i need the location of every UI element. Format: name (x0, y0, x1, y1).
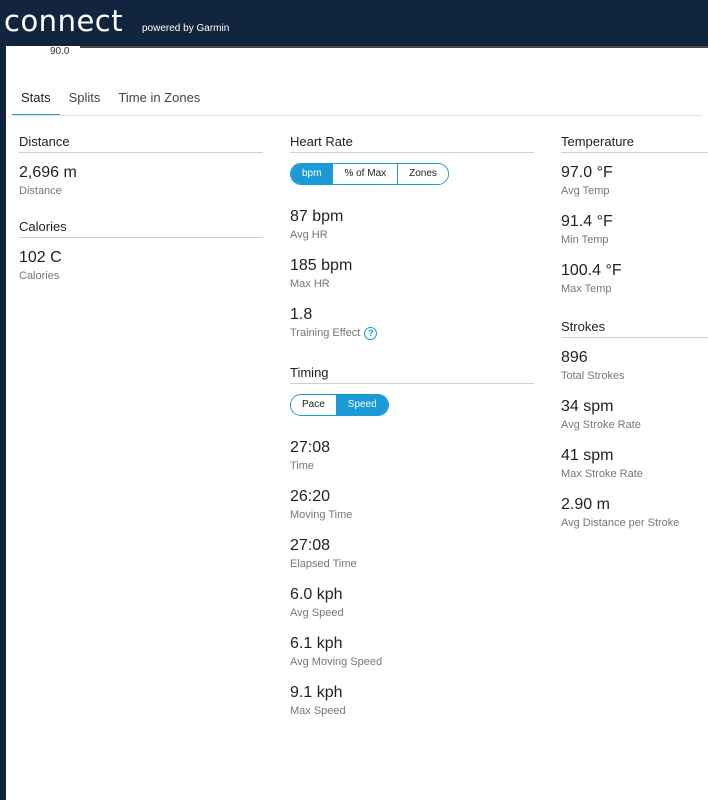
stat-min-temp: 91.4 °F Min Temp (561, 212, 708, 248)
stat-time: 27:08 Time (290, 438, 534, 474)
stat-value: 97.0 °F (561, 164, 613, 181)
stat-value: 6.0 kph (290, 586, 343, 603)
stat-moving-time: 26:20 Moving Time (290, 487, 534, 523)
stat-avg-hr: 87 bpm Avg HR (290, 207, 534, 243)
stat-value: 9.1 kph (290, 684, 343, 701)
stats-tabs: Stats Splits Time in Zones (12, 90, 209, 116)
distance-heading: Distance (19, 134, 263, 153)
powered-by-label: powered by Garmin (142, 23, 230, 34)
calories-heading: Calories (19, 219, 263, 238)
stat-max-temp: 100.4 °F Max Temp (561, 261, 708, 297)
stat-value: 102 C (19, 249, 62, 266)
connect-logo[interactable]: connect (4, 4, 123, 38)
stat-label: Time (290, 460, 315, 472)
tab-splits[interactable]: Splits (60, 90, 110, 116)
tab-time-in-zones[interactable]: Time in Zones (109, 90, 209, 116)
toggle-percent-of-max[interactable]: % of Max (332, 164, 398, 184)
stat-value: 91.4 °F (561, 213, 613, 230)
stat-value: 34 spm (561, 398, 614, 415)
stat-avg-stroke-rate: 34 spm Avg Stroke Rate (561, 397, 708, 433)
stat-label: Min Temp (561, 234, 609, 246)
stat-label: Avg Stroke Rate (561, 419, 641, 431)
stat-value: 100.4 °F (561, 262, 622, 279)
chart-axis-tick: 90.0 (50, 46, 70, 57)
stat-label: Avg HR (290, 229, 328, 241)
toggle-zones[interactable]: Zones (397, 164, 448, 184)
stats-column-1: Distance 2,696 m Distance Calories 102 C… (19, 134, 263, 297)
stat-value: 2.90 m (561, 496, 610, 513)
heart-rate-heading: Heart Rate (290, 134, 534, 153)
temperature-heading: Temperature (561, 134, 708, 153)
temperature-section: Temperature 97.0 °F Avg Temp 91.4 °F Min… (561, 134, 708, 297)
chart-baseline (80, 46, 708, 48)
distance-section: Distance 2,696 m Distance (19, 134, 263, 199)
stat-calories: 102 C Calories (19, 248, 263, 284)
stat-distance: 2,696 m Distance (19, 163, 263, 199)
stat-label: Max Temp (561, 283, 612, 295)
calories-section: Calories 102 C Calories (19, 219, 263, 284)
stat-value: 896 (561, 349, 588, 366)
stat-label: Max Speed (290, 705, 346, 717)
stat-elapsed-time: 27:08 Elapsed Time (290, 536, 534, 572)
help-icon[interactable]: ? (364, 326, 378, 340)
stat-avg-distance-per-stroke: 2.90 m Avg Distance per Stroke (561, 495, 708, 531)
stat-label: Distance (19, 185, 62, 197)
tabs-divider (12, 115, 702, 116)
stat-max-hr: 185 bpm Max HR (290, 256, 534, 292)
strokes-heading: Strokes (561, 319, 708, 338)
app-header: connect powered by Garmin (0, 0, 708, 46)
tab-stats[interactable]: Stats (12, 90, 60, 116)
stat-label: Moving Time (290, 509, 353, 521)
stat-max-speed: 9.1 kph Max Speed (290, 683, 534, 719)
stat-label: Avg Speed (290, 607, 344, 619)
stat-value: 26:20 (290, 488, 331, 505)
stat-value: 1.8 (290, 306, 313, 323)
stat-label: Avg Temp (561, 185, 610, 197)
stats-column-3: Temperature 97.0 °F Avg Temp 91.4 °F Min… (561, 134, 708, 544)
stats-column-2: Heart Rate bpm % of Max Zones 87 bpm Avg… (290, 134, 534, 732)
timing-heading: Timing (290, 365, 534, 384)
timing-section: Timing Pace Speed 27:08 Time 26:20 Movin… (290, 365, 534, 719)
stat-value: 6.1 kph (290, 635, 343, 652)
stat-label: Max Stroke Rate (561, 468, 643, 480)
stat-label: Calories (19, 270, 60, 282)
stat-value: 27:08 (290, 439, 331, 456)
stat-training-effect: 1.8 Training Effect? (290, 305, 534, 341)
timing-unit-toggle: Pace Speed (290, 394, 389, 416)
toggle-pace[interactable]: Pace (291, 395, 336, 415)
stat-label: Max HR (290, 278, 330, 290)
heart-rate-section: Heart Rate bpm % of Max Zones 87 bpm Avg… (290, 134, 534, 341)
stat-label: Total Strokes (561, 370, 625, 382)
heart-rate-unit-toggle: bpm % of Max Zones (290, 163, 449, 185)
stat-label: Avg Distance per Stroke (561, 517, 680, 529)
stat-label: Training Effect? (290, 325, 534, 341)
stat-avg-moving-speed: 6.1 kph Avg Moving Speed (290, 634, 534, 670)
stat-value: 41 spm (561, 447, 614, 464)
stat-label: Elapsed Time (290, 558, 357, 570)
stat-avg-temp: 97.0 °F Avg Temp (561, 163, 708, 199)
stat-max-stroke-rate: 41 spm Max Stroke Rate (561, 446, 708, 482)
toggle-speed[interactable]: Speed (335, 395, 388, 415)
stat-value: 27:08 (290, 537, 331, 554)
stat-value: 2,696 m (19, 164, 77, 181)
stat-value: 87 bpm (290, 208, 344, 225)
strokes-section: Strokes 896 Total Strokes 34 spm Avg Str… (561, 319, 708, 531)
stat-avg-speed: 6.0 kph Avg Speed (290, 585, 534, 621)
stat-value: 185 bpm (290, 257, 353, 274)
stat-label: Avg Moving Speed (290, 656, 383, 668)
toggle-bpm[interactable]: bpm (291, 164, 333, 184)
training-effect-label: Training Effect (290, 327, 361, 339)
stat-total-strokes: 896 Total Strokes (561, 348, 708, 384)
